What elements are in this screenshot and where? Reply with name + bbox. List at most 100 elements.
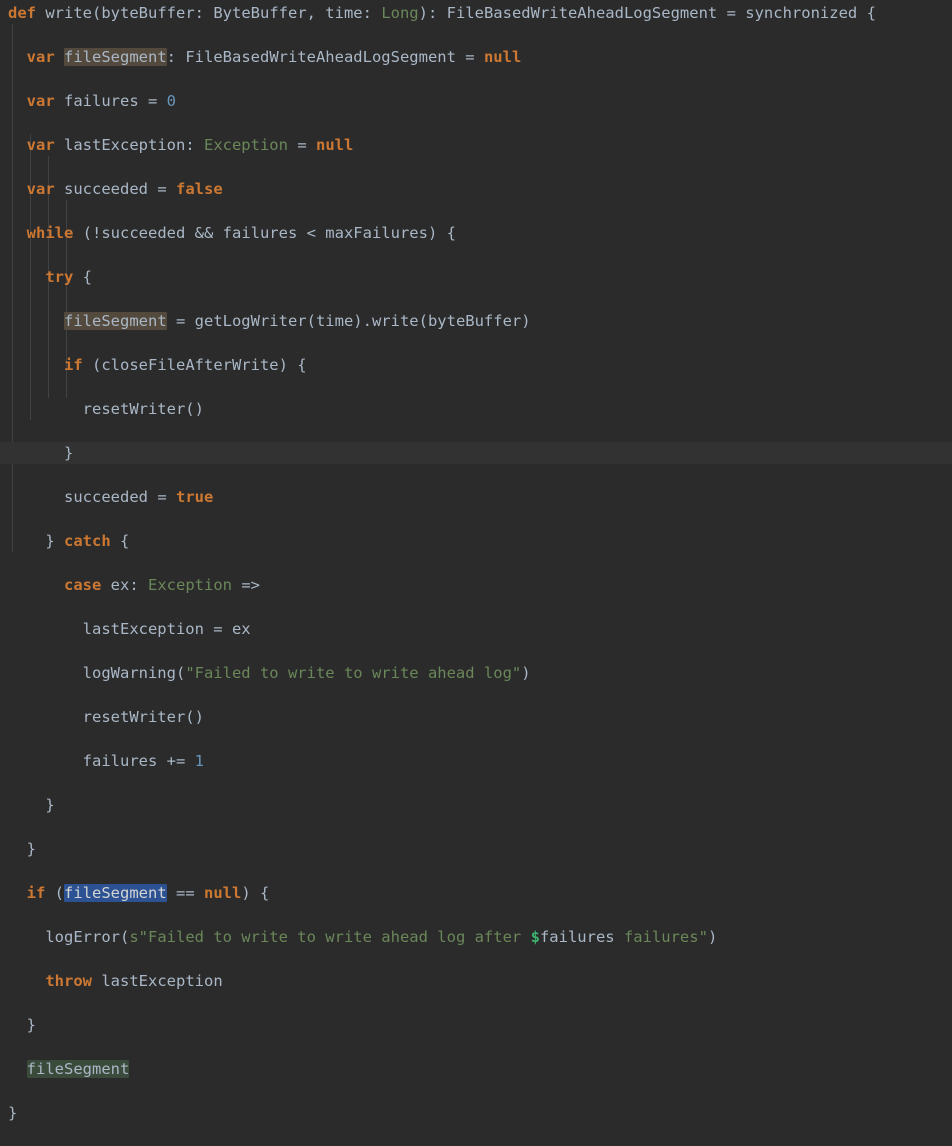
code-line[interactable]: succeeded = true [0,486,952,508]
code-token: lastException: [54,136,204,154]
code-token: } [8,1104,18,1122]
code-token: resetWriter() [82,708,204,726]
code-token: if [64,356,83,374]
code-line[interactable]: failures += 1 [0,750,952,772]
code-token: : FileBasedWriteAheadLogSegment = [166,48,484,66]
code-token: ): FileBasedWriteAheadLogSegment = synch… [418,4,876,22]
code-token: 1 [194,752,204,770]
code-line[interactable]: } catch { [0,530,952,552]
code-token: case [64,576,102,594]
code-token: 0 [166,92,176,110]
code-token: (byteBuffer: ByteBuffer, time: [92,4,382,22]
code-line[interactable]: var fileSegment: FileBasedWriteAheadLogS… [0,46,952,68]
code-token: = getLogWriter(time).write(byteBuffer) [166,312,531,330]
code-token: } [45,796,55,814]
code-token: throw [45,972,92,990]
code-token: succeeded = [54,180,176,198]
code-token: null [204,884,242,902]
code-line[interactable]: if (fileSegment == null) { [0,882,952,904]
code-line[interactable]: throw lastException [0,970,952,992]
code-line[interactable]: if (closeFileAfterWrite) { [0,354,952,376]
code-token: write [45,4,93,22]
code-token: logError( [45,928,130,946]
code-line[interactable]: fileSegment = getLogWriter(time).write(b… [0,310,952,332]
code-line[interactable]: } [0,794,952,816]
code-token: null [483,48,522,66]
code-token: failures += [82,752,195,770]
code-line[interactable]: def write(byteBuffer: ByteBuffer, time: … [0,2,952,24]
code-token: try [45,268,74,286]
code-token: failures [539,928,615,946]
code-token: false [176,180,223,198]
code-token-highlighted: fileSegment [26,1060,130,1078]
code-token: => [232,576,260,594]
code-line[interactable]: fileSegment [0,1058,952,1080]
code-token: resetWriter() [82,400,204,418]
code-token: ) [707,928,718,946]
code-token: var [26,136,55,154]
code-line[interactable]: var succeeded = false [0,178,952,200]
code-line[interactable]: while (!succeeded && failures < maxFailu… [0,222,952,244]
code-line[interactable]: var failures = 0 [0,90,952,112]
code-token: ) { [241,884,270,902]
code-token: = [287,136,316,154]
code-token: var [26,48,55,66]
code-line[interactable]: resetWriter() [0,706,952,728]
code-line[interactable]: resetWriter() [0,398,952,420]
code-token: var [26,180,55,198]
code-token: if [26,884,46,902]
code-token: $ [530,928,540,946]
code-token: ex: [101,576,148,594]
code-line[interactable]: logWarning("Failed to write to write ahe… [0,662,952,684]
code-token: } [64,444,74,462]
code-token: Exception [148,576,232,594]
code-token-highlighted: fileSegment [64,312,167,330]
code-editor[interactable]: def write(byteBuffer: ByteBuffer, time: … [0,0,952,1122]
code-token: failures = [54,92,167,110]
code-token-highlighted: fileSegment [64,48,167,66]
code-token: catch [64,532,111,550]
code-token: } [26,840,37,858]
code-line[interactable]: } [0,1102,952,1124]
code-line[interactable]: logError(s"Failed to write to write ahea… [0,926,952,948]
code-content[interactable]: def write(byteBuffer: ByteBuffer, time: … [0,2,952,1146]
code-token: Long [381,4,419,22]
code-line[interactable]: case ex: Exception => [0,574,952,596]
code-line[interactable]: } [0,1014,952,1036]
code-token: lastException [92,972,223,990]
code-token: s"Failed to write to write ahead log aft… [129,928,531,946]
code-token: while [26,224,74,242]
code-line[interactable]: } [0,442,952,464]
code-token: succeeded = [64,488,176,506]
code-line[interactable]: try { [0,266,952,288]
code-token: failures" [614,928,708,946]
code-token: null [315,136,354,154]
code-token: } [45,532,64,550]
code-token: { [110,532,130,550]
code-token: lastException = ex [82,620,251,638]
code-token: "Failed to write to write ahead log" [185,664,522,682]
code-line[interactable]: var lastException: Exception = null [0,134,952,156]
code-token-highlighted: fileSegment [64,884,167,902]
code-line[interactable]: lastException = ex [0,618,952,640]
code-token: ( [45,884,65,902]
code-line[interactable]: } [0,838,952,860]
